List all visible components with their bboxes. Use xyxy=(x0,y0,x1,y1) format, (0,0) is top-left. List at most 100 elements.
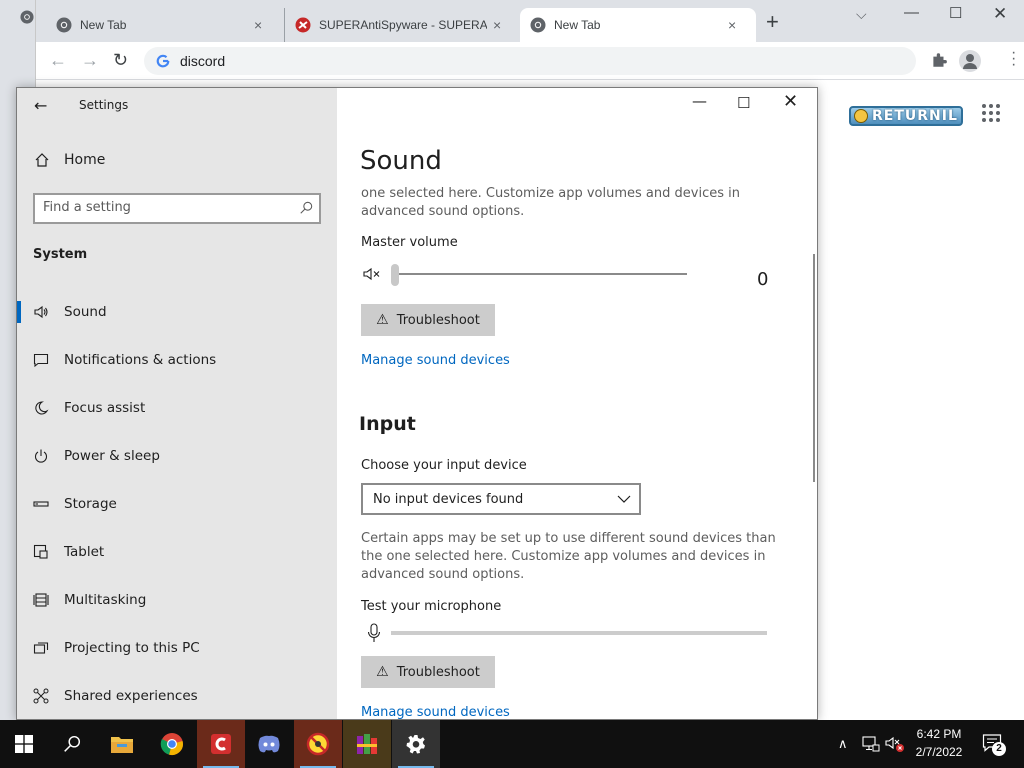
sidebar-item-label: Tablet xyxy=(64,544,105,560)
input-troubleshoot-button[interactable]: ⚠ Troubleshoot xyxy=(361,656,495,688)
apps-grid-icon[interactable] xyxy=(982,104,1000,122)
winrar-icon xyxy=(357,734,377,754)
back-arrow-icon[interactable]: ← xyxy=(49,51,67,69)
tab-strip: New Tab × SUPERAntiSpyware - SUPERAnti ×… xyxy=(36,0,1024,42)
settings-minimize-button[interactable]: — xyxy=(692,92,707,110)
choose-input-device-label: Choose your input device xyxy=(361,458,527,473)
tab-title: SUPERAntiSpyware - SUPERAnti xyxy=(319,18,487,32)
file-explorer-icon xyxy=(111,737,133,753)
sidebar-item-focus-assist[interactable]: Focus assist xyxy=(17,384,337,432)
sidebar-item-label: Multitasking xyxy=(64,592,147,608)
browser-tab-superantispyware[interactable]: SUPERAntiSpyware - SUPERAnti × xyxy=(284,8,522,42)
superantispyware-icon xyxy=(306,732,330,756)
windows-start-icon xyxy=(15,735,33,753)
forward-arrow-icon[interactable]: → xyxy=(81,51,99,69)
notification-icon xyxy=(33,352,49,368)
tab-search-chevron-icon[interactable]: ⌵ xyxy=(856,6,867,23)
find-setting-searchbox[interactable] xyxy=(33,193,321,224)
button-label: Troubleshoot xyxy=(396,664,480,680)
sidebar-item-tablet[interactable]: Tablet xyxy=(17,528,337,576)
close-tab-icon[interactable]: × xyxy=(254,17,262,33)
output-troubleshoot-button[interactable]: ⚠ Troubleshoot xyxy=(361,304,495,336)
chevron-down-icon xyxy=(617,495,631,503)
input-section-heading: Input xyxy=(359,413,416,435)
address-bar[interactable]: discord xyxy=(144,47,916,75)
master-volume-slider-track[interactable] xyxy=(393,273,687,275)
scrollbar[interactable] xyxy=(813,254,815,482)
browser-close-button[interactable]: ✕ xyxy=(993,4,1007,24)
system-clock[interactable]: 6:42 PM 2/7/2022 xyxy=(908,725,970,761)
browser-minimize-button[interactable]: — xyxy=(904,4,919,21)
speaker-icon xyxy=(33,304,49,320)
browser-tab-new-tab-1[interactable]: New Tab × xyxy=(46,8,284,42)
moon-icon xyxy=(33,400,49,416)
returnil-logo-text: RETURNIL xyxy=(872,108,958,124)
superantispyware-icon xyxy=(295,17,311,33)
volume-muted-tray-icon[interactable] xyxy=(885,735,905,753)
tray-overflow-chevron-icon[interactable]: ∧ xyxy=(838,736,848,752)
manage-input-devices-link[interactable]: Manage sound devices xyxy=(361,705,510,719)
sidebar-item-projecting[interactable]: Projecting to this PC xyxy=(17,624,337,672)
sidebar-item-label: Projecting to this PC xyxy=(64,640,200,656)
output-description: one selected here. Customize app volumes… xyxy=(361,186,740,219)
taskbar-file-explorer[interactable] xyxy=(98,720,146,768)
sidebar-item-home[interactable]: Home xyxy=(34,152,105,168)
reload-icon[interactable]: ↻ xyxy=(113,51,128,69)
taskbar-search-button[interactable] xyxy=(48,720,96,768)
returnil-logo[interactable]: RETURNIL xyxy=(849,106,963,126)
master-volume-slider-thumb[interactable] xyxy=(391,264,399,286)
master-volume-label: Master volume xyxy=(361,235,458,250)
address-text: discord xyxy=(180,53,226,69)
home-icon xyxy=(35,153,49,167)
sidebar-item-notifications[interactable]: Notifications & actions xyxy=(17,336,337,384)
settings-close-button[interactable]: ✕ xyxy=(783,91,798,112)
power-icon xyxy=(33,448,49,464)
comodo-icon xyxy=(211,734,231,754)
search-input[interactable] xyxy=(43,200,293,215)
network-icon[interactable] xyxy=(862,736,880,752)
taskbar-discord[interactable] xyxy=(245,720,293,768)
sidebar-item-multitasking[interactable]: Multitasking xyxy=(17,576,337,624)
taskbar-comodo[interactable] xyxy=(197,720,245,768)
manage-output-devices-link[interactable]: Manage sound devices xyxy=(361,353,510,368)
input-device-dropdown[interactable]: No input devices found xyxy=(361,483,641,515)
warning-icon: ⚠ xyxy=(376,312,389,328)
warning-icon: ⚠ xyxy=(376,664,389,680)
taskbar-superantispyware[interactable] xyxy=(294,720,342,768)
new-tab-button[interactable]: + xyxy=(766,11,779,33)
sidebar-item-label: Power & sleep xyxy=(64,448,160,464)
close-tab-icon[interactable]: × xyxy=(493,17,501,33)
multitasking-icon xyxy=(33,592,49,608)
settings-window-title: Settings xyxy=(79,98,129,112)
settings-sidebar: ← Settings Home System Sound xyxy=(17,88,337,719)
start-button[interactable] xyxy=(0,720,48,768)
test-microphone-label: Test your microphone xyxy=(361,599,502,614)
speaker-muted-icon[interactable] xyxy=(363,266,383,282)
profile-avatar-icon[interactable] xyxy=(959,50,981,72)
sidebar-item-storage[interactable]: Storage xyxy=(17,480,337,528)
close-tab-icon[interactable]: × xyxy=(728,17,736,33)
sidebar-item-label: Focus assist xyxy=(64,400,146,416)
settings-window: ← Settings Home System Sound xyxy=(16,87,818,720)
settings-back-button[interactable]: ← xyxy=(34,96,47,115)
discord-icon xyxy=(258,735,280,753)
browser-maximize-button[interactable]: ☐ xyxy=(949,4,962,22)
taskbar-winrar[interactable] xyxy=(343,720,391,768)
action-center-button[interactable]: 2 xyxy=(982,733,1006,758)
chrome-menu-icon[interactable]: · · · xyxy=(1011,45,1016,73)
sidebar-item-sound[interactable]: Sound xyxy=(17,288,337,336)
settings-maximize-button[interactable]: ☐ xyxy=(737,94,750,112)
google-g-icon xyxy=(156,54,170,68)
search-icon xyxy=(64,735,81,752)
clock-date: 2/7/2022 xyxy=(915,745,963,759)
sidebar-item-label: Shared experiences xyxy=(64,688,198,704)
sidebar-item-power-sleep[interactable]: Power & sleep xyxy=(17,432,337,480)
notification-count-badge: 2 xyxy=(992,742,1006,756)
chrome-icon xyxy=(530,17,546,33)
sidebar-item-shared-experiences[interactable]: Shared experiences xyxy=(17,672,337,719)
taskbar-chrome[interactable] xyxy=(148,720,196,768)
taskbar-settings[interactable] xyxy=(392,720,440,768)
extensions-puzzle-icon[interactable] xyxy=(930,51,948,69)
master-volume-value: 0 xyxy=(757,269,769,290)
browser-tab-new-tab-active[interactable]: New Tab × xyxy=(520,8,756,42)
